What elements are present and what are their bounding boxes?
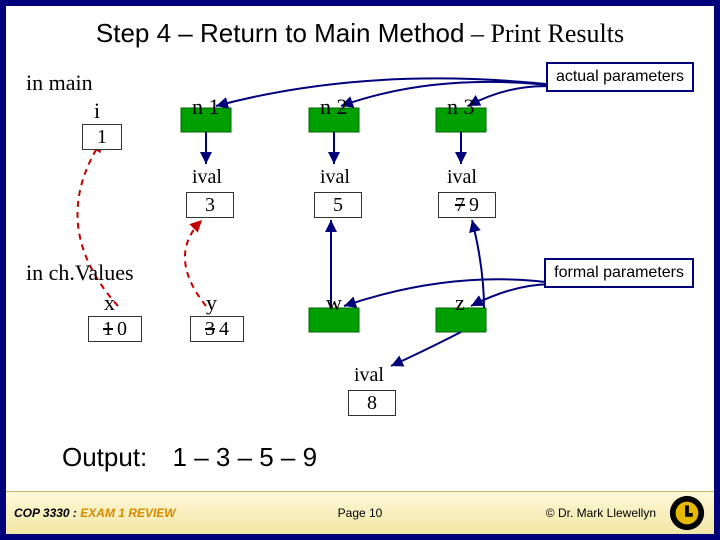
arrow-z-ival3 <box>472 220 484 308</box>
footer-page: Page 10 <box>338 506 383 520</box>
scope-main-label: in main <box>26 70 93 96</box>
footer-exam: EXAM 1 REVIEW <box>80 506 175 520</box>
output-label: Output: <box>62 442 147 472</box>
var-i-box: 1 <box>82 124 122 150</box>
arrow-formal-w <box>344 279 561 306</box>
var-y-box: 34 <box>190 316 244 342</box>
n3-label: n 3 <box>447 94 475 120</box>
n2-ival-box: 5 <box>314 192 362 218</box>
n1-label: n 1 <box>192 94 220 120</box>
footer-course-code: COP 3330 : <box>14 506 80 520</box>
n3-ival-box: 79 <box>438 192 496 218</box>
arrow-y-ival1 <box>185 220 206 306</box>
n1-ival-label: ival <box>192 166 222 189</box>
slide: Step 4 – Return to Main Method – Print R… <box>0 0 720 540</box>
footer: COP 3330 : EXAM 1 REVIEW Page 10 © Dr. M… <box>6 491 714 534</box>
title-main: Step 4 – Return to Main Method <box>96 18 465 48</box>
n3-ival-old: 7 <box>455 194 465 216</box>
arrow-actual-n1 <box>216 78 546 106</box>
n3-ival-new: 9 <box>469 194 479 216</box>
slide-title: Step 4 – Return to Main Method – Print R… <box>6 18 714 49</box>
var-x-new: 0 <box>117 318 127 340</box>
arrow-z-ival8 <box>391 332 461 366</box>
var-x-old: 1 <box>103 318 113 340</box>
var-y-old: 3 <box>205 318 215 340</box>
output-line: Output: 1 – 3 – 5 – 9 <box>62 442 317 473</box>
ucf-logo-icon <box>668 494 706 532</box>
ival8-box: 8 <box>348 390 396 416</box>
footer-course: COP 3330 : EXAM 1 REVIEW <box>6 506 176 520</box>
ival8-value: 8 <box>367 392 377 414</box>
var-x-label: x <box>104 290 115 316</box>
n2-ival-label: ival <box>320 166 350 189</box>
output-value: 1 – 3 – 5 – 9 <box>173 442 318 472</box>
var-i-label: i <box>94 98 100 124</box>
n2-label: n 2 <box>320 94 348 120</box>
n2-ival-value: 5 <box>333 194 343 216</box>
scope-chvalues-label: in ch.Values <box>26 260 134 286</box>
footer-copyright: © Dr. Mark Llewellyn <box>546 506 656 520</box>
n1-ival-value: 3 <box>205 194 215 216</box>
n1-ival-box: 3 <box>186 192 234 218</box>
var-x-box: 10 <box>88 316 142 342</box>
var-i-value: 1 <box>97 126 107 148</box>
var-y-new: 4 <box>219 318 229 340</box>
annotation-actual-params: actual parameters <box>546 62 694 92</box>
annotation-formal-params: formal parameters <box>544 258 694 288</box>
n3-ival-label: ival <box>447 166 477 189</box>
var-y-label: y <box>206 290 217 316</box>
ival8-label: ival <box>354 364 384 387</box>
var-z-label: z <box>455 290 465 316</box>
title-sub: – Print Results <box>464 19 624 48</box>
var-w-label: w <box>326 290 342 316</box>
